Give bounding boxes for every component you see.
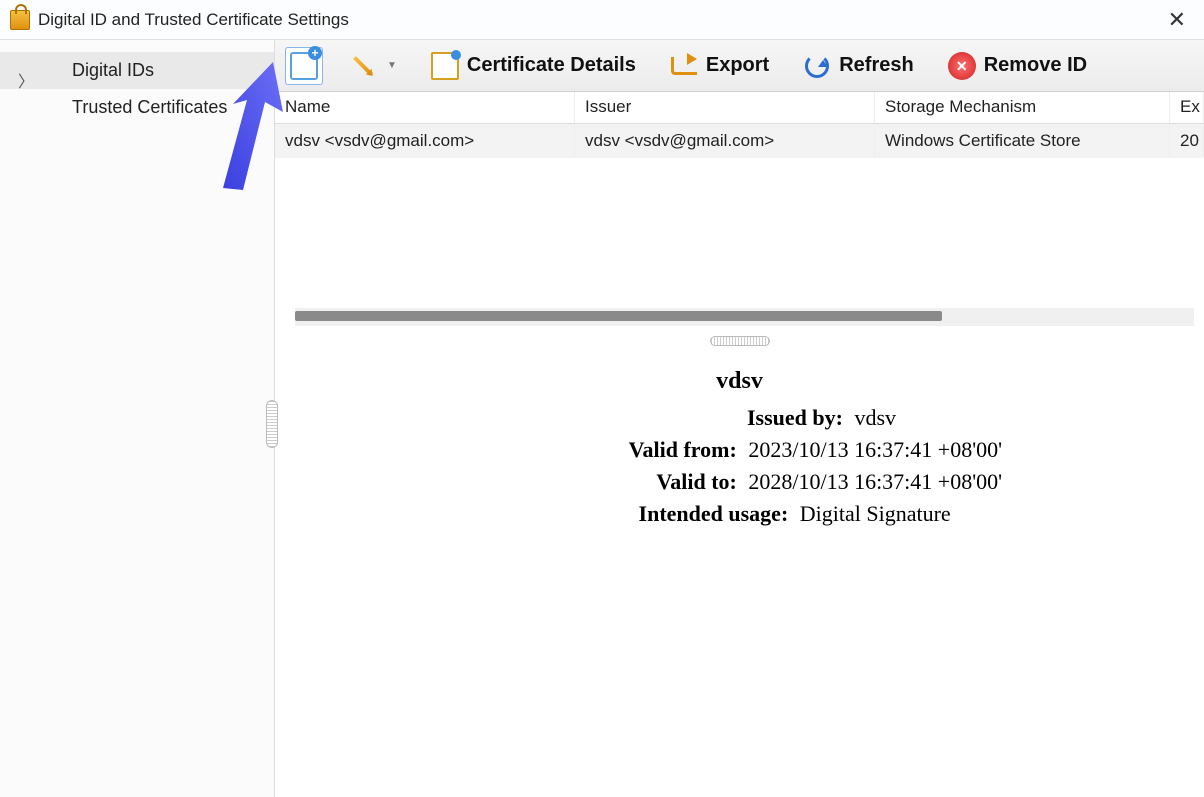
grip-icon xyxy=(710,336,770,346)
certificate-details-panel: vdsv Issued by: vdsv Valid from: 2023/10… xyxy=(275,350,1204,797)
chevron-down-icon: ▼ xyxy=(387,60,397,71)
valid-to-label: Valid to: xyxy=(477,469,737,495)
col-header-ex[interactable]: Ex xyxy=(1170,92,1204,123)
issued-by-label: Issued by: xyxy=(583,405,843,431)
valid-to-value: 2028/10/13 16:37:41 +08'00' xyxy=(748,469,1002,495)
certificate-details-button[interactable]: Certificate Details xyxy=(423,48,644,84)
close-button[interactable]: ✕ xyxy=(1160,5,1194,35)
window-title: Digital ID and Trusted Certificate Setti… xyxy=(38,10,349,30)
refresh-button[interactable]: Refresh xyxy=(795,48,921,84)
col-header-issuer[interactable]: Issuer xyxy=(575,92,875,123)
col-header-name[interactable]: Name xyxy=(275,92,575,123)
intended-usage-value: Digital Signature xyxy=(800,501,951,527)
remove-icon: ✕ xyxy=(948,52,976,80)
scrollbar-thumb[interactable] xyxy=(295,311,942,321)
table-row[interactable]: vdsv <vsdv@gmail.com> vdsv <vsdv@gmail.c… xyxy=(275,124,1204,158)
sidebar: 〉 Digital IDs Trusted Certificates xyxy=(0,40,275,797)
valid-from-label: Valid from: xyxy=(477,437,737,463)
add-id-button[interactable] xyxy=(285,47,323,85)
button-label: Remove ID xyxy=(984,54,1087,77)
splitter-handle[interactable] xyxy=(275,332,1204,350)
refresh-icon xyxy=(805,54,829,78)
pencil-icon xyxy=(353,56,373,76)
sidebar-item-label: Trusted Certificates xyxy=(72,97,227,117)
vertical-splitter-handle[interactable] xyxy=(266,400,278,448)
certificate-icon xyxy=(431,52,459,80)
sidebar-item-digital-ids[interactable]: Digital IDs xyxy=(0,52,274,89)
intended-usage-label: Intended usage: xyxy=(528,501,788,527)
cert-name: vdsv xyxy=(295,368,1184,395)
add-id-icon xyxy=(290,52,318,80)
edit-button[interactable]: ▼ xyxy=(341,48,405,84)
lock-icon xyxy=(10,10,30,30)
sidebar-item-label: Digital IDs xyxy=(72,60,154,80)
table-header: Name Issuer Storage Mechanism Ex xyxy=(275,92,1204,124)
sidebar-item-trusted-certificates[interactable]: Trusted Certificates xyxy=(0,89,274,126)
button-label: Refresh xyxy=(839,54,913,77)
valid-from-value: 2023/10/13 16:37:41 +08'00' xyxy=(748,437,1002,463)
horizontal-scrollbar[interactable] xyxy=(295,308,1194,326)
content-pane: ▼ Certificate Details Export Refresh ✕ R… xyxy=(275,40,1204,797)
button-label: Export xyxy=(706,54,769,77)
toolbar: ▼ Certificate Details Export Refresh ✕ R… xyxy=(275,40,1204,92)
cell-ex: 20 xyxy=(1170,126,1204,156)
cell-issuer: vdsv <vsdv@gmail.com> xyxy=(575,126,875,156)
table-empty-area xyxy=(275,158,1204,308)
export-button[interactable]: Export xyxy=(662,48,777,84)
cell-name: vdsv <vsdv@gmail.com> xyxy=(275,126,575,156)
issued-by-value: vdsv xyxy=(854,405,896,431)
export-icon xyxy=(671,57,697,75)
cell-storage: Windows Certificate Store xyxy=(875,126,1170,156)
chevron-right-icon[interactable]: 〉 xyxy=(18,68,34,92)
remove-id-button[interactable]: ✕ Remove ID xyxy=(940,48,1095,84)
titlebar: Digital ID and Trusted Certificate Setti… xyxy=(0,0,1204,40)
button-label: Certificate Details xyxy=(467,54,636,77)
col-header-storage[interactable]: Storage Mechanism xyxy=(875,92,1170,123)
